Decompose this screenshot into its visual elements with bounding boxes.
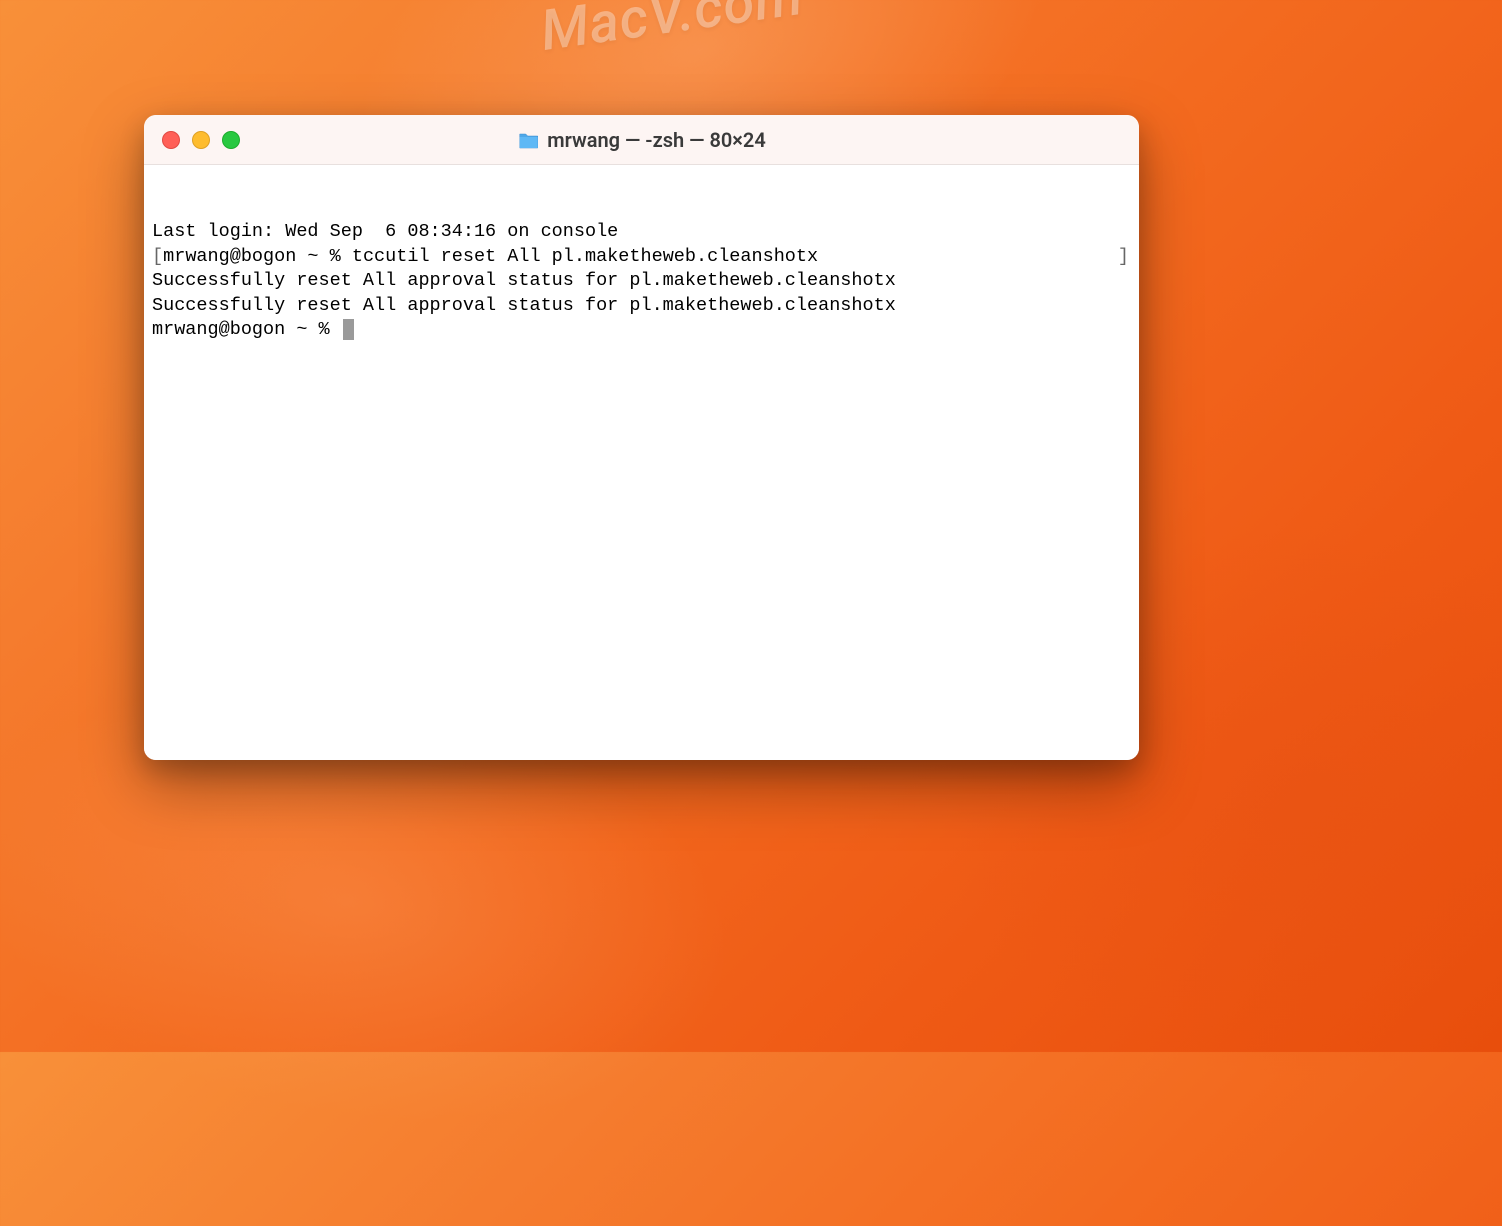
window-title: mrwang — -zsh — 80×24	[517, 128, 766, 152]
terminal-window: mrwang — -zsh — 80×24 Last login: Wed Se…	[144, 115, 1139, 760]
close-button[interactable]	[162, 131, 180, 149]
terminal-command: mrwang@bogon ~ % tccutil reset All pl.ma…	[163, 246, 818, 267]
terminal-prompt: mrwang@bogon ~ %	[152, 318, 1131, 343]
terminal-line: Last login: Wed Sep 6 08:34:16 on consol…	[152, 220, 1131, 245]
terminal-content[interactable]: Last login: Wed Sep 6 08:34:16 on consol…	[144, 165, 1139, 760]
window-title-text: mrwang — -zsh — 80×24	[547, 128, 766, 152]
terminal-line: Successfully reset All approval status f…	[152, 269, 1131, 294]
zoom-button[interactable]	[222, 131, 240, 149]
traffic-lights	[144, 131, 240, 149]
terminal-line: [mrwang@bogon ~ % tccutil reset All pl.m…	[152, 245, 1131, 270]
minimize-button[interactable]	[192, 131, 210, 149]
title-bar[interactable]: mrwang — -zsh — 80×24	[144, 115, 1139, 165]
terminal-line: Successfully reset All approval status f…	[152, 294, 1131, 319]
cursor	[343, 319, 354, 340]
folder-icon	[517, 131, 539, 149]
terminal-prompt-text: mrwang@bogon ~ %	[152, 319, 341, 340]
